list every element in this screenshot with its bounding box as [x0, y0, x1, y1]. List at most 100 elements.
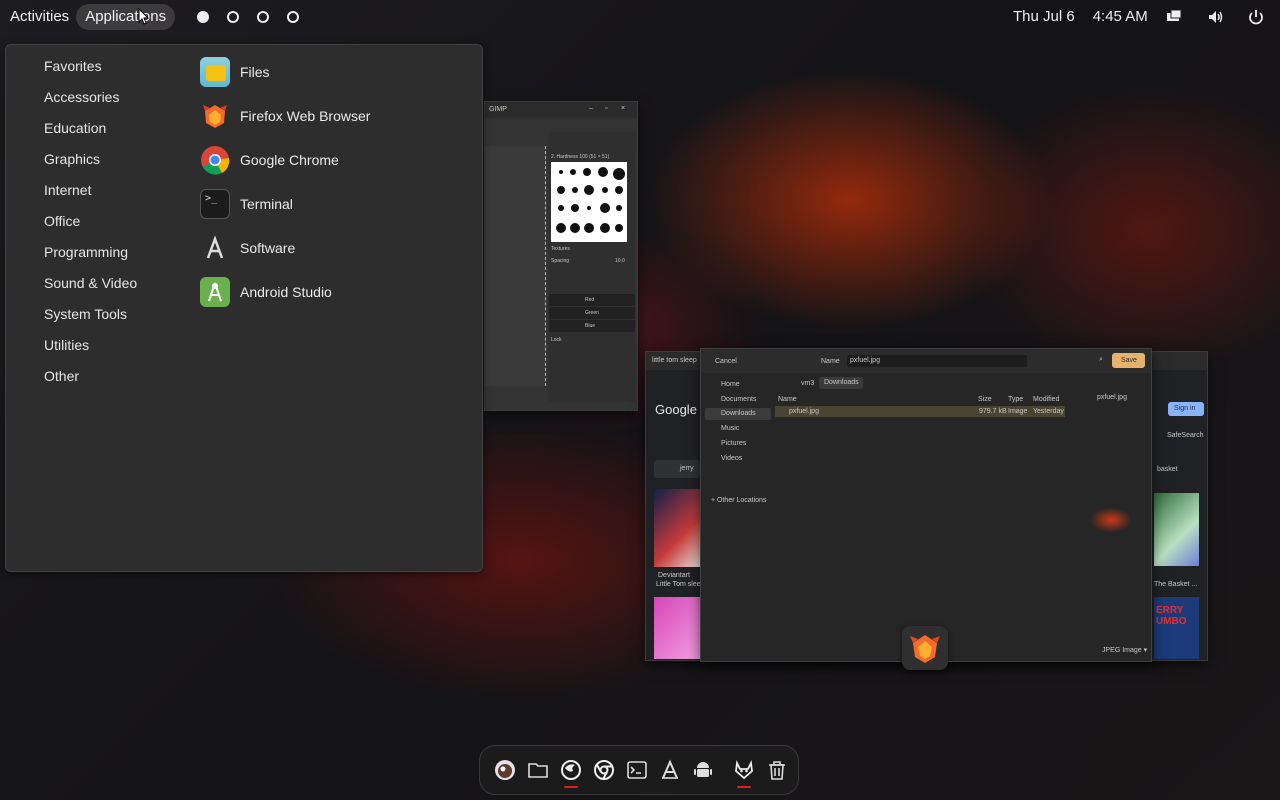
workspace-dot[interactable]: [287, 11, 300, 23]
app-label: Android Studio: [240, 284, 332, 300]
path-segment-active[interactable]: Downloads: [819, 377, 863, 389]
place-home[interactable]: Home: [705, 379, 771, 391]
preview-filename: pxfuel.jpg: [1097, 394, 1127, 401]
app-android-studio[interactable]: Android Studio: [200, 276, 332, 308]
app-label: Software: [240, 240, 296, 256]
category-favorites[interactable]: Favorites: [44, 58, 102, 74]
search-icon[interactable]: ⌕: [1099, 356, 1103, 364]
category-internet[interactable]: Internet: [44, 182, 91, 198]
chrome-icon[interactable]: [593, 759, 615, 781]
activities-button[interactable]: Activities: [1, 4, 78, 30]
image-caption[interactable]: The Basket ...: [1154, 581, 1197, 588]
volume-icon[interactable]: [1207, 8, 1225, 26]
applications-menu-button[interactable]: Applications: [76, 4, 176, 30]
firefox-icon[interactable]: [560, 759, 582, 781]
display-icon[interactable]: [1165, 8, 1183, 26]
workspace-dot[interactable]: [257, 11, 270, 23]
chip[interactable]: jerry: [654, 460, 700, 478]
workspace-indicator[interactable]: [197, 11, 300, 23]
terminal-icon[interactable]: [626, 759, 648, 781]
filename-input[interactable]: pxfuel.jpg: [847, 355, 1027, 367]
save-button[interactable]: Save: [1112, 353, 1145, 368]
app-terminal[interactable]: >_ Terminal: [200, 188, 293, 220]
category-education[interactable]: Education: [44, 120, 106, 136]
image-thumbnail[interactable]: [654, 597, 701, 659]
save-dialog[interactable]: Cancel Name pxfuel.jpg ⌕ Save Home Docum…: [700, 348, 1152, 662]
workspace-dot[interactable]: [197, 11, 210, 23]
dialog-header: Cancel Name pxfuel.jpg ⌕ Save: [701, 349, 1151, 373]
path-segment[interactable]: vm3: [801, 380, 814, 387]
place-label: Documents: [721, 396, 757, 403]
maximize-icon[interactable]: ▫: [605, 105, 607, 112]
image-source: Deviantart: [658, 572, 690, 579]
layer-row[interactable]: Red: [549, 294, 635, 306]
place-documents[interactable]: Documents: [705, 394, 771, 406]
gitlab-icon[interactable]: [733, 759, 755, 781]
layer-name: Red: [585, 297, 595, 303]
software-icon[interactable]: [659, 759, 681, 781]
category-other[interactable]: Other: [44, 368, 79, 384]
workspace-dot[interactable]: [227, 11, 240, 23]
power-icon[interactable]: [1247, 8, 1265, 26]
place-music[interactable]: Music: [705, 423, 771, 435]
chrome-tab[interactable]: little tom sleep: [652, 357, 697, 364]
column-modified[interactable]: Modified: [1033, 396, 1059, 403]
category-graphics[interactable]: Graphics: [44, 151, 100, 167]
image-thumbnail[interactable]: ERRY UMBO: [1154, 597, 1199, 659]
brush-grid[interactable]: [551, 162, 627, 242]
preview-image: [1073, 495, 1143, 545]
category-system-tools[interactable]: System Tools: [44, 306, 127, 322]
layer-row[interactable]: Blue: [549, 320, 635, 332]
gimp-titlebar[interactable]: GIMP – ▫ ×: [485, 102, 637, 118]
filename-value: pxfuel.jpg: [850, 357, 880, 364]
place-downloads[interactable]: Downloads: [705, 408, 771, 420]
category-sound-video[interactable]: Sound & Video: [44, 275, 137, 291]
app-software[interactable]: Software: [200, 232, 295, 264]
file-row[interactable]: pxfuel.jpg 979.7 kB Image Yesterday: [775, 406, 1065, 417]
gimp-title: GIMP: [489, 106, 507, 113]
column-size[interactable]: Size: [978, 396, 992, 403]
spacing-value[interactable]: 10.0: [615, 258, 625, 264]
layer-row[interactable]: Green: [549, 307, 635, 319]
category-utilities[interactable]: Utilities: [44, 337, 89, 353]
running-indicator: [737, 786, 751, 788]
filter-label: Textures: [551, 246, 570, 252]
time-label: 4:45 AM: [1092, 8, 1148, 25]
save-label: Save: [1121, 357, 1137, 364]
terminal-icon: >_: [200, 189, 230, 219]
date-label: Thu Jul 6: [1013, 8, 1075, 25]
file-type-filter[interactable]: JPEG Image ▾: [1102, 646, 1147, 654]
gimp-canvas[interactable]: [485, 146, 546, 386]
safesearch-link[interactable]: SafeSearch: [1167, 432, 1204, 439]
category-office[interactable]: Office: [44, 213, 80, 229]
place-pictures[interactable]: Pictures: [705, 438, 771, 450]
app-firefox[interactable]: Firefox Web Browser: [200, 100, 370, 132]
trash-icon[interactable]: [766, 759, 788, 781]
other-locations[interactable]: + Other Locations: [711, 497, 766, 504]
category-accessories[interactable]: Accessories: [44, 89, 119, 105]
image-thumbnail[interactable]: [654, 489, 701, 567]
files-icon[interactable]: [527, 759, 549, 781]
android-studio-icon[interactable]: [692, 759, 714, 781]
gimp-window[interactable]: GIMP – ▫ × 2. Hardness 100 (51 × 51) Tex…: [484, 101, 638, 411]
places-sidebar: Home Documents Downloads Music Pictures …: [701, 373, 773, 661]
app-google-chrome[interactable]: Google Chrome: [200, 144, 339, 176]
column-name[interactable]: Name: [778, 396, 797, 403]
image-thumbnail[interactable]: [1154, 493, 1199, 566]
firefox-overlay-icon[interactable]: [902, 626, 948, 670]
cancel-button[interactable]: Cancel: [715, 358, 737, 365]
close-icon[interactable]: ×: [621, 105, 625, 112]
place-videos[interactable]: Videos: [705, 453, 771, 465]
app-files[interactable]: Files: [200, 56, 270, 88]
minimize-icon[interactable]: –: [589, 105, 593, 112]
category-programming[interactable]: Programming: [44, 244, 128, 260]
sign-in-button[interactable]: Sign in: [1168, 402, 1204, 416]
running-indicator: [564, 786, 578, 788]
place-label: Videos: [721, 455, 743, 462]
gimp-brushes-panel: 2. Hardness 100 (51 × 51) Textures Spaci…: [549, 132, 635, 402]
gimp-icon[interactable]: [494, 759, 516, 781]
clock[interactable]: Thu Jul 6 4:45 AM: [1013, 0, 1148, 34]
google-logo[interactable]: Google: [655, 402, 697, 417]
column-type[interactable]: Type: [1008, 396, 1023, 403]
chip-label[interactable]: basket: [1157, 466, 1178, 473]
